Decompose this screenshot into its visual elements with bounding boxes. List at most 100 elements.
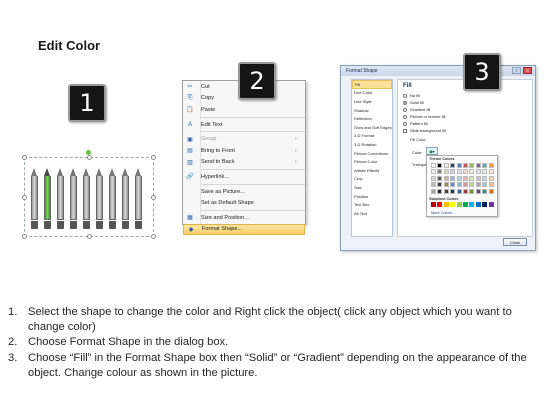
radio-button[interactable] <box>403 114 407 119</box>
theme-color-swatch[interactable] <box>469 175 475 181</box>
standard-color-swatch[interactable] <box>475 202 481 207</box>
theme-color-swatch[interactable] <box>469 163 475 168</box>
nav-item-picture-color[interactable]: Picture Color <box>352 157 392 166</box>
nav-item-glow-and-soft-edges[interactable]: Glow and Soft Edges <box>352 123 392 132</box>
nav-item-picture-corrections[interactable]: Picture Corrections <box>352 149 392 158</box>
theme-color-swatch[interactable] <box>475 175 481 181</box>
menu-item-send-back[interactable]: ▥ Send to Back › <box>183 157 305 169</box>
theme-color-swatch[interactable] <box>469 182 475 188</box>
theme-color-swatch[interactable] <box>475 169 481 175</box>
standard-color-swatch[interactable] <box>488 202 494 207</box>
nav-item-line-style[interactable]: Line Style <box>352 97 392 106</box>
theme-color-swatch[interactable] <box>431 169 436 175</box>
theme-color-swatch[interactable] <box>456 182 462 188</box>
resize-handle[interactable] <box>22 234 27 239</box>
theme-color-swatch[interactable] <box>462 169 468 175</box>
resize-handle[interactable] <box>151 195 156 200</box>
theme-color-swatch[interactable] <box>437 169 443 175</box>
radio-button[interactable] <box>403 93 407 98</box>
pencil[interactable] <box>122 168 129 230</box>
fill-option[interactable]: Picture or texture fill <box>403 113 446 120</box>
theme-color-swatch[interactable] <box>437 188 443 194</box>
theme-color-swatch[interactable] <box>443 163 449 168</box>
fill-option[interactable]: Solid fill <box>403 99 446 106</box>
theme-color-swatch[interactable] <box>482 169 488 175</box>
theme-color-swatch[interactable] <box>482 163 488 168</box>
menu-item-edit-text[interactable]: A Edit Text <box>183 119 305 131</box>
theme-color-swatch[interactable] <box>437 175 443 181</box>
theme-color-swatch[interactable] <box>488 188 494 194</box>
theme-color-swatch[interactable] <box>443 169 449 175</box>
nav-item-line-color[interactable]: Line Color <box>352 89 392 98</box>
standard-color-swatch[interactable] <box>482 202 488 207</box>
color-dropdown-button[interactable]: ◼ ▾ <box>426 147 438 155</box>
close-button[interactable]: Close <box>503 238 527 246</box>
nav-item-3-d-format[interactable]: 3-D Format <box>352 132 392 141</box>
menu-item-hyperlink[interactable]: 🔗 Hyperlink... <box>183 171 305 183</box>
menu-item-size-position[interactable]: ▦ Size and Position... <box>183 212 305 224</box>
theme-color-swatch[interactable] <box>488 169 494 175</box>
selected-pencil-group[interactable] <box>22 150 156 239</box>
theme-color-swatch[interactable] <box>431 175 436 181</box>
theme-color-swatch[interactable] <box>456 188 462 194</box>
nav-item-3-d-rotation[interactable]: 3-D Rotation <box>352 140 392 149</box>
menu-item-default-shape[interactable]: Set as Default Shape <box>183 197 305 209</box>
nav-item-alt-text[interactable]: Alt Text <box>352 209 392 218</box>
nav-item-crop[interactable]: Crop <box>352 175 392 184</box>
pencil[interactable] <box>83 168 90 230</box>
standard-color-swatch[interactable] <box>456 202 462 207</box>
standard-color-swatch[interactable] <box>431 202 436 207</box>
theme-color-swatch[interactable] <box>437 163 443 168</box>
checkbox[interactable] <box>403 128 407 133</box>
theme-color-swatch[interactable] <box>456 169 462 175</box>
pencil[interactable] <box>135 168 142 230</box>
standard-color-swatch[interactable] <box>469 202 475 207</box>
radio-button[interactable] <box>403 100 407 105</box>
nav-item-reflection[interactable]: Reflection <box>352 114 392 123</box>
theme-color-swatch[interactable] <box>450 182 456 188</box>
theme-color-swatch[interactable] <box>431 188 436 194</box>
theme-color-swatch[interactable] <box>462 175 468 181</box>
theme-color-swatch[interactable] <box>488 182 494 188</box>
radio-button[interactable] <box>403 107 407 112</box>
standard-color-swatch[interactable] <box>437 202 443 207</box>
standard-color-swatch[interactable] <box>443 202 449 207</box>
resize-handle[interactable] <box>151 155 156 160</box>
theme-color-swatch[interactable] <box>456 175 462 181</box>
theme-color-swatch[interactable] <box>488 175 494 181</box>
theme-color-swatch[interactable] <box>469 188 475 194</box>
resize-handle[interactable] <box>87 234 92 239</box>
theme-color-swatch[interactable] <box>482 188 488 194</box>
fill-option[interactable]: Pattern fill <box>403 120 446 127</box>
theme-color-swatch[interactable] <box>437 182 443 188</box>
theme-color-swatch[interactable] <box>462 188 468 194</box>
theme-color-swatch[interactable] <box>462 163 468 168</box>
fill-option[interactable]: No fill <box>403 92 446 99</box>
theme-color-swatch[interactable] <box>462 182 468 188</box>
radio-button[interactable] <box>403 121 407 126</box>
nav-item-fill[interactable]: Fill <box>352 80 392 89</box>
resize-handle[interactable] <box>87 155 92 160</box>
standard-color-swatch[interactable] <box>450 202 456 207</box>
theme-color-swatch[interactable] <box>443 188 449 194</box>
pencil[interactable] <box>109 168 116 230</box>
help-button[interactable]: ? <box>512 67 521 74</box>
nav-item-size[interactable]: Size <box>352 183 392 192</box>
theme-color-swatch[interactable] <box>488 163 494 168</box>
theme-color-swatch[interactable] <box>431 163 436 168</box>
theme-color-swatch[interactable] <box>450 163 456 168</box>
theme-color-swatch[interactable] <box>475 163 481 168</box>
theme-color-swatch[interactable] <box>475 188 481 194</box>
close-icon[interactable]: ✕ <box>523 67 532 74</box>
theme-color-swatch[interactable] <box>456 163 462 168</box>
more-colors-link[interactable]: More Colors... <box>431 211 455 215</box>
theme-color-swatch[interactable] <box>482 175 488 181</box>
nav-item-artistic-effects[interactable]: Artistic Effects <box>352 166 392 175</box>
menu-item-bring-front[interactable]: ▤ Bring to Front › <box>183 145 305 157</box>
pencil[interactable] <box>31 168 38 230</box>
pencil[interactable] <box>57 168 64 230</box>
fill-option[interactable]: Slide background fill <box>403 127 446 134</box>
nav-item-shadow[interactable]: Shadow <box>352 106 392 115</box>
pencil[interactable] <box>70 168 77 230</box>
resize-handle[interactable] <box>151 234 156 239</box>
